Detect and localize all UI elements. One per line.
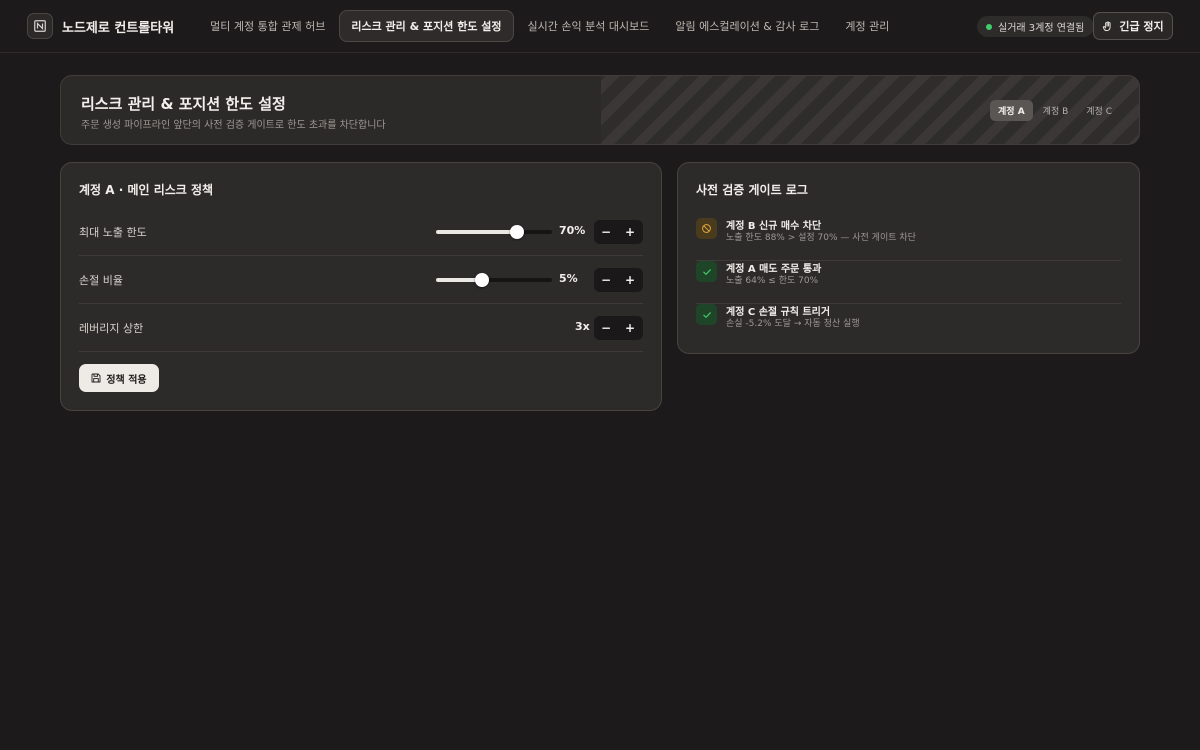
- leverage-label: 레버리지 상한: [79, 322, 144, 335]
- gate-log-title: 사전 검증 게이트 로그: [696, 183, 808, 197]
- log-item-desc: 손실 -5.2% 도달 → 자동 청산 실행: [726, 319, 860, 329]
- risk-policy-card: 계정 A · 메인 리스크 정책 최대 노출 한도 70% − + 손절 비율 …: [60, 162, 662, 411]
- status-dot-icon: [986, 23, 992, 30]
- max-exposure-increment-button[interactable]: +: [618, 220, 642, 244]
- save-icon: [91, 373, 101, 383]
- hand-stop-icon: [1103, 20, 1111, 31]
- log-item[interactable]: 계정 C 손절 규칙 트리거 손실 -5.2% 도달 → 자동 청산 실행: [696, 304, 1121, 347]
- leverage-increment-button[interactable]: +: [618, 316, 642, 340]
- check-icon: [702, 268, 711, 275]
- gate-log-card: 사전 검증 게이트 로그 계정 B 신규 매수 차단 노출 한도 88% > 설…: [677, 162, 1140, 354]
- check-icon: [702, 311, 711, 318]
- log-status-badge: [696, 261, 717, 282]
- page-subtitle: 주문 생성 파이프라인 앞단의 사전 검증 게이트로 한도 초과를 차단합니다: [81, 120, 386, 131]
- max-exposure-value: 70%: [559, 224, 586, 237]
- max-exposure-stepper: − +: [594, 220, 643, 244]
- block-icon: [702, 224, 711, 233]
- nav-item-accounts[interactable]: 계정 관리: [833, 10, 901, 42]
- stop-loss-slider[interactable]: [436, 273, 552, 287]
- apply-policy-button[interactable]: 정책 적용: [79, 364, 159, 392]
- nav-item-risk[interactable]: 리스크 관리 & 포지션 한도 설정: [339, 10, 514, 42]
- connection-status-badge: 실거래 3계정 연결됨: [977, 16, 1095, 37]
- page-title: 리스크 관리 & 포지션 한도 설정: [81, 95, 286, 113]
- tab-account-a[interactable]: 계정 A: [990, 100, 1033, 121]
- log-item-desc: 노출 한도 88% > 설정 70% — 사전 게이트 차단: [726, 233, 916, 243]
- log-item-desc: 노출 64% ≤ 한도 70%: [726, 276, 819, 286]
- max-exposure-label: 최대 노출 한도: [79, 226, 147, 239]
- logo-icon: [34, 20, 46, 32]
- connection-status-label: 실거래 3계정 연결됨: [998, 23, 1085, 34]
- stop-loss-slider-thumb[interactable]: [475, 273, 490, 287]
- app-logo[interactable]: [27, 13, 53, 39]
- stop-loss-decrement-button[interactable]: −: [594, 268, 618, 292]
- policy-row-max-exposure: 최대 노출 한도 70% − +: [79, 208, 643, 256]
- log-item[interactable]: 계정 A 매도 주문 통과 노출 64% ≤ 한도 70%: [696, 261, 1121, 304]
- policy-row-leverage: 레버리지 상한 3x − +: [79, 304, 643, 352]
- leverage-value: 3x: [575, 320, 590, 333]
- app-title: 노드제로 컨트롤타워: [62, 20, 175, 36]
- policy-card-title: 계정 A · 메인 리스크 정책: [79, 183, 214, 197]
- leverage-stepper: − +: [594, 316, 643, 340]
- log-status-badge: [696, 304, 717, 325]
- log-status-badge: [696, 218, 717, 239]
- stop-loss-increment-button[interactable]: +: [618, 268, 642, 292]
- leverage-decrement-button[interactable]: −: [594, 316, 618, 340]
- nav-item-alerts[interactable]: 알림 에스컬레이션 & 감사 로그: [663, 10, 831, 42]
- max-exposure-slider-thumb[interactable]: [510, 225, 525, 239]
- emergency-stop-button[interactable]: 긴급 정지: [1093, 12, 1173, 40]
- policy-row-stop-loss: 손절 비율 5% − +: [79, 256, 643, 304]
- stop-loss-value: 5%: [559, 272, 578, 285]
- main-nav: 멀티 계정 통합 관제 허브 리스크 관리 & 포지션 한도 설정 실시간 손익…: [198, 10, 901, 42]
- stop-loss-label: 손절 비율: [79, 274, 123, 287]
- stop-loss-stepper: − +: [594, 268, 643, 292]
- nav-item-hub[interactable]: 멀티 계정 통합 관제 허브: [198, 10, 337, 42]
- apply-policy-label: 정책 적용: [106, 374, 147, 386]
- nav-item-pnl[interactable]: 실시간 손익 분석 대시보드: [516, 10, 662, 42]
- tab-account-c[interactable]: 계정 C: [1078, 100, 1120, 121]
- max-exposure-decrement-button[interactable]: −: [594, 220, 618, 244]
- max-exposure-slider[interactable]: [436, 225, 552, 239]
- account-tabs: 계정 A 계정 B 계정 C: [990, 100, 1120, 121]
- log-item[interactable]: 계정 B 신규 매수 차단 노출 한도 88% > 설정 70% — 사전 게이…: [696, 218, 1121, 261]
- emergency-stop-label: 긴급 정지: [1119, 20, 1164, 33]
- page-header-card: 리스크 관리 & 포지션 한도 설정 주문 생성 파이프라인 앞단의 사전 검증…: [60, 75, 1140, 145]
- max-exposure-slider-fill: [436, 230, 518, 234]
- tab-account-b[interactable]: 계정 B: [1035, 100, 1077, 121]
